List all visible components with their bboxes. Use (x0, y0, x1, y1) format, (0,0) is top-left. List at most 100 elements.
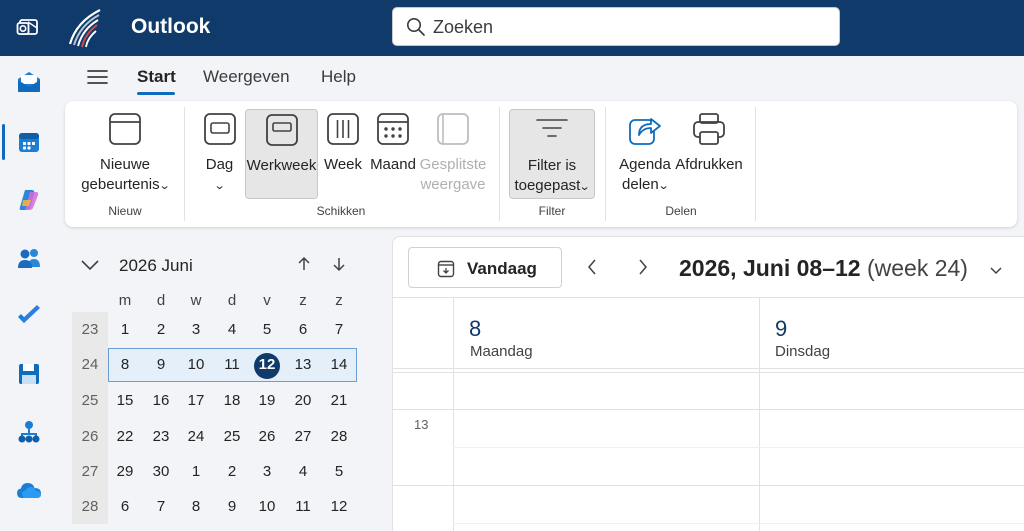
mini-calendar-next-button[interactable] (330, 255, 348, 278)
rail-org[interactable] (0, 408, 58, 456)
date-range-label: 2026, Juni 08–12 (679, 255, 861, 281)
week-number[interactable]: 26 (72, 428, 108, 445)
mini-calendar-day[interactable]: 23 (143, 428, 179, 445)
mini-calendar-day[interactable]: 1 (178, 463, 214, 480)
mini-calendar-day[interactable]: 21 (321, 392, 357, 409)
tab-help[interactable]: Help (321, 67, 356, 87)
mini-calendar-day[interactable]: 7 (143, 498, 179, 515)
filter-button[interactable]: Filter is toegepast⌄ (509, 109, 595, 199)
mini-calendar-day[interactable]: 24 (178, 428, 214, 445)
date-range-title[interactable]: 2026, Juni 08–12 (week 24) (679, 255, 968, 282)
mini-calendar-day[interactable]: 15 (107, 392, 143, 409)
mini-calendar-day[interactable]: 11 (285, 498, 321, 515)
mini-calendar-title[interactable]: 2026 Juni (119, 256, 193, 276)
week-number[interactable]: 27 (72, 463, 108, 480)
new-event-button[interactable]: Nieuwe gebeurtenis⌄ (75, 111, 175, 199)
rail-calendar[interactable] (0, 118, 58, 166)
mini-calendar-day[interactable]: 13 (285, 356, 321, 373)
today-button-label: Vandaag (467, 259, 537, 278)
mini-calendar-day[interactable]: 27 (285, 428, 321, 445)
share-calendar-button[interactable]: Agenda delen⌄ (617, 111, 673, 199)
org-icon (18, 421, 40, 443)
mini-calendar-day[interactable]: 29 (107, 463, 143, 480)
split-view-icon (437, 113, 469, 145)
ribbon-separator (605, 107, 606, 221)
header-divider (393, 297, 1024, 298)
rail-onedrive[interactable] (0, 466, 58, 514)
week-number[interactable]: 23 (72, 321, 108, 338)
mini-calendar-day[interactable]: 4 (214, 321, 250, 338)
mini-calendar-day[interactable]: 5 (249, 321, 285, 338)
mini-calendar-day[interactable]: 11 (214, 356, 250, 373)
search-input[interactable] (433, 14, 823, 40)
print-label: Afdrukken (675, 156, 743, 173)
today-button[interactable]: Vandaag (408, 247, 562, 288)
day-header-number[interactable]: 8 (469, 316, 481, 342)
hour-label: 13 (414, 417, 429, 432)
rail-people[interactable] (0, 234, 58, 282)
mini-calendar-day[interactable]: 26 (249, 428, 285, 445)
search-box[interactable] (392, 7, 840, 46)
next-week-button[interactable] (635, 257, 651, 282)
mini-calendar-day[interactable]: 22 (107, 428, 143, 445)
mini-calendar-day[interactable]: 9 (214, 498, 250, 515)
rail-mail[interactable] (0, 58, 58, 106)
rail-copilot[interactable] (0, 176, 58, 224)
workweek-view-button[interactable]: Werkweek (245, 109, 318, 199)
mini-calendar-day[interactable]: 7 (321, 321, 357, 338)
mini-calendar-prev-button[interactable] (295, 255, 313, 278)
mini-calendar-day[interactable]: 10 (178, 356, 214, 373)
mini-calendar-day[interactable]: 6 (107, 498, 143, 515)
mini-calendar-day[interactable]: 6 (285, 321, 321, 338)
new-event-icon (109, 113, 141, 145)
mini-calendar-day[interactable]: 4 (285, 463, 321, 480)
previous-week-button[interactable] (584, 257, 600, 282)
week-number[interactable]: 25 (72, 392, 108, 409)
print-button[interactable]: Afdrukken (674, 111, 744, 199)
mini-calendar-day[interactable]: 25 (214, 428, 250, 445)
mini-calendar-day[interactable]: 12 (321, 498, 357, 515)
mini-calendar-day[interactable]: 8 (107, 356, 143, 373)
mini-calendar-day[interactable]: 20 (285, 392, 321, 409)
tab-weergeven[interactable]: Weergeven (203, 67, 290, 87)
copilot-icon (19, 190, 39, 210)
mini-calendar-collapse-button[interactable] (80, 256, 100, 279)
mini-calendar-day[interactable]: 10 (249, 498, 285, 515)
workweek-view-icon (265, 114, 298, 146)
day-view-button[interactable]: Dag ⌄ (197, 111, 242, 199)
mini-calendar-day[interactable]: 30 (143, 463, 179, 480)
week-number[interactable]: 24 (72, 356, 108, 373)
split-view-button[interactable]: Gesplitste weergave (419, 111, 487, 199)
day-header-number[interactable]: 9 (775, 316, 787, 342)
month-view-label: Maand (370, 156, 416, 173)
chevron-left-icon (588, 259, 596, 275)
mini-calendar-day[interactable]: 17 (178, 392, 214, 409)
mini-calendar-day[interactable]: 1 (107, 321, 143, 338)
time-column-divider (453, 297, 454, 531)
mini-calendar-day[interactable]: 14 (321, 356, 357, 373)
calendar-today-icon (437, 260, 455, 278)
mini-calendar-day[interactable]: 18 (214, 392, 250, 409)
mini-calendar-day[interactable]: 2 (214, 463, 250, 480)
rail-todo[interactable] (0, 292, 58, 340)
outlook-app-icon[interactable] (16, 14, 42, 40)
mini-calendar-day[interactable]: 28 (321, 428, 357, 445)
mini-calendar-day[interactable]: 16 (143, 392, 179, 409)
date-range-dropdown[interactable] (989, 263, 1003, 281)
mini-calendar-day[interactable]: 19 (249, 392, 285, 409)
week-view-label: Week (323, 156, 363, 173)
menu-button[interactable] (85, 66, 111, 88)
mini-calendar-day[interactable]: 8 (178, 498, 214, 515)
mini-calendar-day[interactable]: 3 (249, 463, 285, 480)
tab-start[interactable]: Start (137, 67, 176, 87)
arrow-down-icon (333, 258, 345, 272)
week-number[interactable]: 28 (72, 498, 108, 515)
mini-calendar-day[interactable]: 5 (321, 463, 357, 480)
mini-calendar-day[interactable]: 9 (143, 356, 179, 373)
mini-calendar-day[interactable]: 2 (143, 321, 179, 338)
mini-calendar-day[interactable]: 12 (249, 356, 285, 373)
mini-calendar-day[interactable]: 3 (178, 321, 214, 338)
month-view-button[interactable]: Maand (368, 111, 418, 199)
week-view-button[interactable]: Week (322, 111, 364, 199)
rail-save[interactable] (0, 350, 58, 398)
